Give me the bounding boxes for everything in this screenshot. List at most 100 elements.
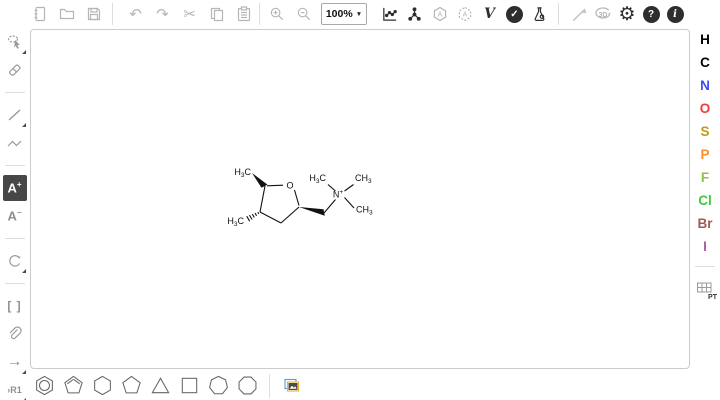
check-structure-button[interactable]: ✓	[502, 2, 527, 26]
cut-icon: ✂	[183, 7, 196, 22]
drawing-canvas[interactable]: H3C O H3C N+ H3C CH3 CH3	[30, 29, 690, 369]
atom-label-n-methyl-nw[interactable]: H3C	[309, 173, 326, 185]
atom-label-oxygen[interactable]: O	[286, 181, 293, 191]
reaction-arrow-tool[interactable]: →	[3, 349, 27, 375]
element-H[interactable]: H	[693, 29, 717, 50]
template-cyclohexane[interactable]	[90, 373, 115, 399]
rgroup-tool[interactable]: ›R1	[3, 377, 27, 400]
about-button[interactable]: i	[663, 2, 687, 26]
calculate-cip-button[interactable]: V	[477, 2, 502, 26]
periodic-table-label: PT	[708, 294, 717, 301]
template-cyclopropane[interactable]	[148, 373, 173, 399]
chain-tool[interactable]	[3, 130, 27, 156]
calculate-values-button[interactable]	[527, 2, 552, 26]
flask-icon	[531, 6, 548, 23]
charge-plus-tool[interactable]: A+	[3, 175, 27, 201]
element-C[interactable]: C	[693, 52, 717, 73]
zoom-group: 100% ▼	[264, 0, 367, 28]
copy-button[interactable]	[203, 2, 230, 26]
element-Br[interactable]: Br	[693, 213, 717, 234]
new-document-button[interactable]	[26, 2, 53, 26]
element-Cl[interactable]: Cl	[693, 190, 717, 211]
divider	[5, 283, 25, 284]
template-library-icon	[282, 376, 302, 396]
divider	[695, 266, 715, 267]
sgroup-tool[interactable]: [ ]	[3, 293, 27, 319]
zoom-out-button[interactable]	[291, 2, 318, 26]
bond-ch2-n[interactable]	[324, 200, 336, 214]
template-cycloheptane[interactable]	[206, 373, 231, 399]
zoom-level-select[interactable]: 100% ▼	[321, 3, 367, 25]
paste-button[interactable]	[230, 2, 257, 26]
atom-label-methyl-top[interactable]: H3C	[234, 167, 251, 179]
atom-label-n-methyl-ne[interactable]: CH3	[355, 173, 372, 185]
element-S[interactable]: S	[693, 121, 717, 142]
template-cyclopentadiene[interactable]	[61, 373, 86, 399]
dropdown-corner	[22, 269, 26, 273]
aromatize-icon: A	[431, 5, 449, 23]
single-bond-tool[interactable]	[3, 102, 27, 128]
bond-n-methyl-se[interactable]	[345, 198, 355, 209]
element-I[interactable]: I	[693, 236, 717, 257]
lasso-select-tool[interactable]	[3, 29, 27, 55]
bond-c4-c3[interactable]	[260, 212, 281, 223]
structure-group: A A V ✓	[377, 0, 552, 28]
atom-label-n-methyl-se[interactable]: CH3	[356, 205, 373, 217]
element-N[interactable]: N	[693, 75, 717, 96]
template-toolbar	[30, 371, 306, 400]
erase-tool[interactable]	[3, 57, 27, 83]
template-cyclooctane[interactable]	[235, 373, 260, 399]
redo-button[interactable]: ↷	[149, 2, 176, 26]
undo-icon: ↶	[129, 7, 142, 22]
new-document-icon	[32, 6, 48, 22]
element-P[interactable]: P	[693, 144, 717, 165]
zoom-in-button[interactable]	[264, 2, 291, 26]
svg-text:A: A	[462, 12, 467, 19]
undo-button[interactable]: ↶	[122, 2, 149, 26]
clean-up-button[interactable]	[402, 2, 427, 26]
cyclopentadiene-icon	[62, 374, 85, 397]
divider	[5, 165, 25, 166]
dearomatize-button[interactable]: A	[452, 2, 477, 26]
rotate-tool[interactable]	[3, 248, 27, 274]
bond-c3-c2[interactable]	[260, 186, 265, 212]
element-F[interactable]: F	[693, 167, 717, 188]
zoom-in-icon	[269, 6, 286, 23]
hash-wedge-bond-methyl-left[interactable]	[247, 212, 259, 221]
open-button[interactable]	[53, 2, 80, 26]
periodic-table-button[interactable]: PT	[693, 277, 717, 301]
gear-icon: ⚙	[618, 5, 635, 24]
template-library-button[interactable]	[279, 373, 304, 399]
chain-icon	[6, 134, 24, 152]
3d-viewer-button[interactable]: 3D	[591, 2, 615, 26]
dropdown-corner	[22, 370, 26, 374]
redo-icon: ↷	[156, 7, 169, 22]
charge-minus-tool[interactable]: A−	[3, 203, 27, 229]
bond-n-methyl-ne[interactable]	[345, 185, 354, 192]
recognize-button[interactable]	[567, 2, 591, 26]
attach-tool[interactable]	[3, 321, 27, 347]
atom-label-nitrogen[interactable]: N+	[333, 189, 344, 200]
aromatize-button[interactable]: A	[427, 2, 452, 26]
layout-icon	[381, 6, 398, 23]
calculate-cip-icon: V	[484, 6, 495, 22]
element-O[interactable]: O	[693, 98, 717, 119]
charge-plus-icon: A+	[7, 181, 21, 194]
template-cyclopentane[interactable]	[119, 373, 144, 399]
cut-button[interactable]: ✂	[176, 2, 203, 26]
bond-c5-c4[interactable]	[281, 207, 299, 223]
bond-c2-o[interactable]	[267, 185, 283, 186]
help-button[interactable]: ?	[639, 2, 663, 26]
molecule-structure[interactable]: H3C O H3C N+ H3C CH3 CH3	[216, 151, 386, 241]
wedge-bond-c5-ch2[interactable]	[299, 207, 325, 216]
template-cyclobutane[interactable]	[177, 373, 202, 399]
bond-o-c5[interactable]	[295, 190, 300, 206]
atom-label-methyl-left[interactable]: H3C	[227, 216, 244, 228]
wedge-bond-methyl-top[interactable]	[252, 173, 268, 188]
divider	[558, 3, 559, 25]
layout-button[interactable]	[377, 2, 402, 26]
settings-button[interactable]: ⚙	[615, 2, 639, 26]
save-button[interactable]	[80, 2, 107, 26]
template-benzene[interactable]	[32, 373, 57, 399]
chevron-down-icon: ▼	[356, 11, 362, 18]
